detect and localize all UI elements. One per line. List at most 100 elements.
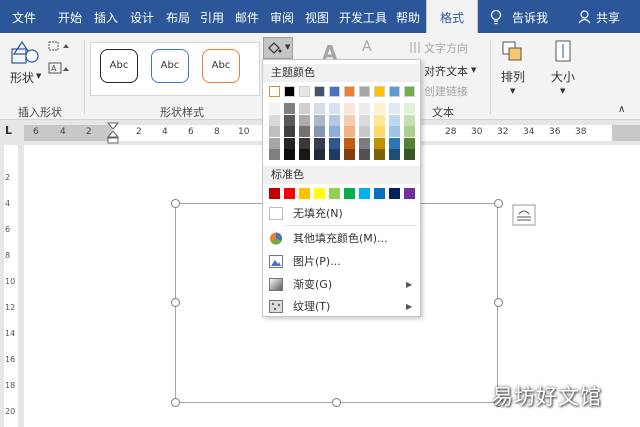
theme-shade-swatch[interactable]: [269, 137, 280, 149]
style-sample-orange[interactable]: Abc: [202, 49, 240, 83]
size-icon[interactable]: [554, 39, 572, 63]
theme-color-swatch[interactable]: [389, 86, 400, 97]
theme-shade-swatch[interactable]: [329, 137, 340, 149]
theme-color-swatch[interactable]: [404, 86, 415, 97]
tab-help[interactable]: 帮助: [392, 0, 424, 33]
resize-handle[interactable]: [171, 398, 180, 407]
share-button[interactable]: 共享: [594, 0, 622, 33]
theme-shade-swatch[interactable]: [344, 103, 355, 114]
theme-shade-swatch[interactable]: [389, 149, 400, 160]
theme-shade-swatch[interactable]: [389, 103, 400, 114]
theme-shade-swatch[interactable]: [374, 137, 385, 149]
theme-shade-swatch[interactable]: [314, 114, 325, 126]
standard-color-swatch[interactable]: [299, 188, 310, 199]
tell-me-search[interactable]: 告诉我: [510, 0, 550, 33]
size-button[interactable]: 大小: [551, 68, 575, 85]
theme-shade-swatch[interactable]: [404, 103, 415, 114]
style-sample-blue[interactable]: Abc: [151, 49, 189, 83]
text-box-icon[interactable]: A: [47, 61, 73, 75]
picture-fill-item[interactable]: 图片(P)...: [263, 251, 420, 272]
theme-shade-swatch[interactable]: [284, 149, 295, 160]
theme-shade-swatch[interactable]: [344, 126, 355, 137]
vertical-ruler[interactable]: 2 4 6 8 10 12 14 16 18 20: [0, 145, 22, 427]
theme-shade-swatch[interactable]: [329, 114, 340, 126]
standard-color-swatch[interactable]: [404, 188, 415, 199]
standard-color-swatch[interactable]: [329, 188, 340, 199]
theme-shade-swatch[interactable]: [299, 103, 310, 114]
theme-shade-swatch[interactable]: [359, 126, 370, 137]
theme-shade-swatch[interactable]: [269, 149, 280, 160]
theme-shade-swatch[interactable]: [344, 114, 355, 126]
theme-shade-swatch[interactable]: [344, 149, 355, 160]
theme-shade-swatch[interactable]: [374, 126, 385, 137]
tab-file[interactable]: 文件: [6, 0, 42, 33]
theme-shade-swatch[interactable]: [374, 103, 385, 114]
theme-shade-swatch[interactable]: [359, 103, 370, 114]
theme-shade-swatch[interactable]: [284, 126, 295, 137]
theme-shade-swatch[interactable]: [269, 114, 280, 126]
theme-shade-swatch[interactable]: [284, 137, 295, 149]
theme-shade-swatch[interactable]: [374, 149, 385, 160]
theme-color-swatch[interactable]: [329, 86, 340, 97]
tab-developer[interactable]: 开发工具: [336, 0, 390, 33]
indent-marker-icon[interactable]: [107, 121, 119, 145]
theme-shade-swatch[interactable]: [344, 137, 355, 149]
theme-shade-swatch[interactable]: [269, 103, 280, 114]
theme-shade-swatch[interactable]: [329, 103, 340, 114]
standard-color-swatch[interactable]: [389, 188, 400, 199]
theme-shade-swatch[interactable]: [404, 126, 415, 137]
theme-shade-swatch[interactable]: [269, 126, 280, 137]
tab-stop-selector[interactable]: L: [5, 124, 12, 137]
arrange-icon[interactable]: [501, 40, 523, 62]
theme-color-swatch[interactable]: [359, 86, 370, 97]
theme-shade-swatch[interactable]: [329, 149, 340, 160]
standard-color-swatch[interactable]: [344, 188, 355, 199]
tab-references[interactable]: 引用: [196, 0, 228, 33]
resize-handle[interactable]: [494, 199, 503, 208]
standard-color-swatch[interactable]: [374, 188, 385, 199]
theme-color-swatch[interactable]: [269, 86, 280, 97]
tab-design[interactable]: 设计: [124, 0, 160, 33]
theme-shade-swatch[interactable]: [389, 126, 400, 137]
theme-shade-swatch[interactable]: [329, 126, 340, 137]
theme-color-swatch[interactable]: [284, 86, 295, 97]
resize-handle[interactable]: [171, 199, 180, 208]
theme-shade-swatch[interactable]: [299, 126, 310, 137]
resize-handle[interactable]: [171, 298, 180, 307]
theme-shade-swatch[interactable]: [284, 103, 295, 114]
standard-color-swatch[interactable]: [314, 188, 325, 199]
layout-options-icon[interactable]: [512, 204, 536, 226]
theme-shade-swatch[interactable]: [404, 137, 415, 149]
gradient-fill-item[interactable]: 渐变(G) ▶: [263, 274, 420, 295]
texture-fill-item[interactable]: 纹理(T) ▶: [263, 296, 420, 317]
shape-button[interactable]: 形状: [10, 69, 34, 86]
shapes-gallery-icon[interactable]: [10, 40, 40, 66]
theme-shade-swatch[interactable]: [374, 114, 385, 126]
align-text-button[interactable]: 对齐文本: [424, 63, 468, 79]
theme-shade-swatch[interactable]: [359, 114, 370, 126]
tab-layout[interactable]: 布局: [160, 0, 196, 33]
theme-shade-swatch[interactable]: [389, 137, 400, 149]
theme-shade-swatch[interactable]: [314, 137, 325, 149]
theme-shade-swatch[interactable]: [299, 114, 310, 126]
tab-format[interactable]: 格式: [426, 0, 478, 33]
theme-shade-swatch[interactable]: [359, 137, 370, 149]
theme-shade-swatch[interactable]: [404, 114, 415, 126]
tab-mailings[interactable]: 邮件: [231, 0, 263, 33]
edit-shape-icon[interactable]: [47, 40, 73, 52]
tab-review[interactable]: 审阅: [266, 0, 298, 33]
arrange-button[interactable]: 排列: [501, 68, 525, 85]
theme-shade-swatch[interactable]: [299, 137, 310, 149]
standard-color-swatch[interactable]: [284, 188, 295, 199]
resize-handle[interactable]: [332, 398, 341, 407]
theme-shade-swatch[interactable]: [389, 114, 400, 126]
standard-color-swatch[interactable]: [359, 188, 370, 199]
theme-color-swatch[interactable]: [299, 86, 310, 97]
style-sample-black[interactable]: Abc: [100, 49, 138, 83]
theme-shade-swatch[interactable]: [314, 126, 325, 137]
collapse-ribbon-icon[interactable]: ∧: [618, 104, 625, 115]
theme-shade-swatch[interactable]: [299, 149, 310, 160]
tab-home[interactable]: 开始: [52, 0, 88, 33]
standard-color-swatch[interactable]: [269, 188, 280, 199]
tab-view[interactable]: 视图: [301, 0, 333, 33]
